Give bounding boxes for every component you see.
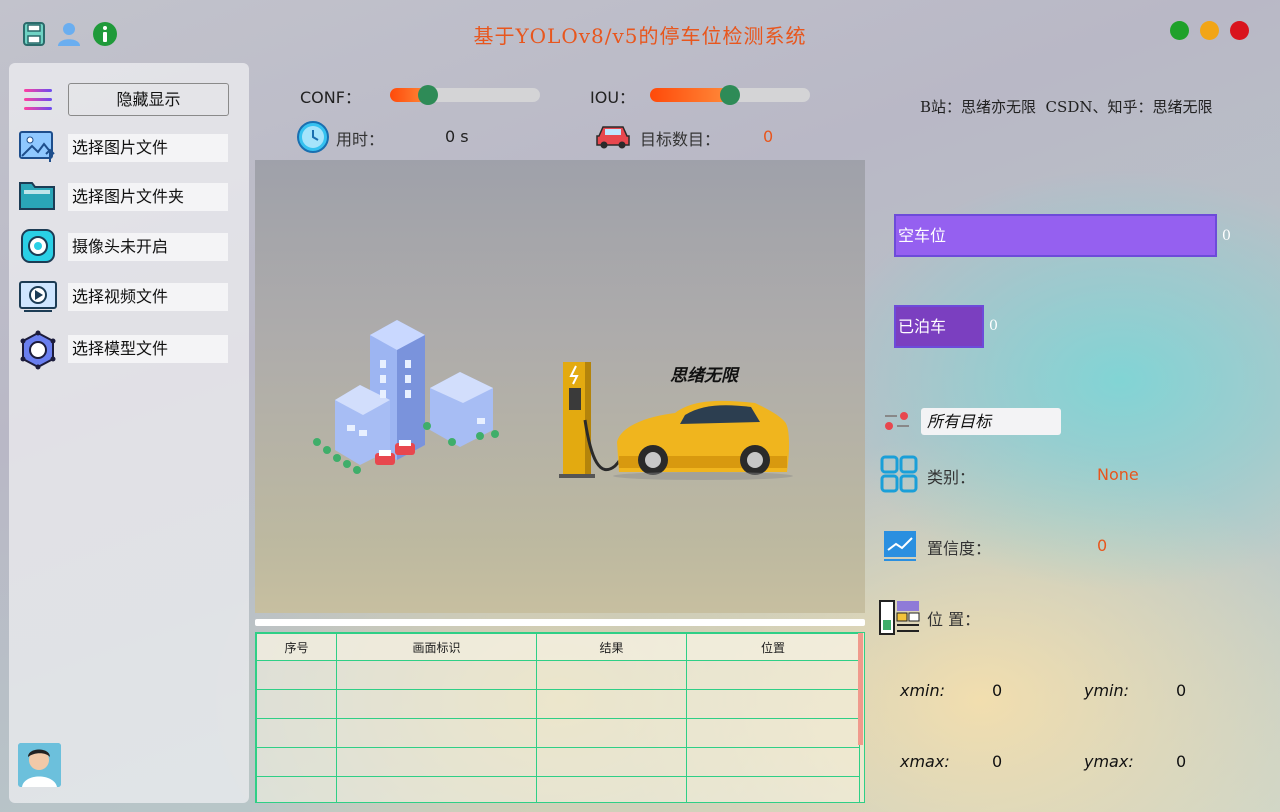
column-header-result[interactable]: 结果 [536, 633, 687, 661]
results-table[interactable]: 序号 画面标识 结果 位置 [255, 632, 865, 803]
table-row[interactable] [256, 776, 860, 802]
table-cell[interactable] [686, 747, 860, 777]
category-value: None [1097, 465, 1139, 484]
iou-slider-fill [650, 88, 730, 102]
iou-slider-handle[interactable] [720, 85, 740, 105]
app-title: 基于YOLOv8/v5的停车位检测系统 [473, 24, 807, 48]
ymax-label: ymax: [1084, 752, 1134, 771]
position-label: 位 置： [927, 610, 981, 629]
target-count-value: 0 [763, 127, 774, 146]
image-display: 思绪无限 [255, 160, 865, 613]
menu-icon[interactable] [22, 86, 54, 114]
table-cell[interactable] [256, 660, 337, 690]
column-header-position[interactable]: 位置 [686, 633, 860, 661]
table-cell[interactable] [536, 660, 687, 690]
city-buildings-icon [313, 320, 499, 474]
progress-bar [255, 619, 865, 626]
folder-icon[interactable] [18, 177, 58, 217]
empty-spaces-bar: 空车位 [894, 214, 1217, 257]
column-header-frame-id[interactable]: 画面标识 [336, 633, 537, 661]
ymax-value: 0 [1176, 752, 1187, 771]
table-row[interactable] [256, 718, 860, 748]
close-button[interactable] [1230, 21, 1249, 40]
table-cell[interactable] [536, 776, 687, 802]
table-cell[interactable] [536, 718, 687, 748]
xmin-value: 0 [992, 681, 1003, 700]
conf-label: CONF： [300, 88, 361, 107]
target-select[interactable]: 所有目标 [921, 408, 1061, 435]
parked-bar: 已泊车 [894, 305, 984, 348]
table-cell[interactable] [256, 776, 337, 802]
table-cell[interactable] [336, 689, 537, 719]
watermark-text: 思绪无限 [670, 366, 738, 386]
yellow-car-icon [613, 400, 793, 480]
model-icon[interactable] [18, 330, 58, 370]
table-header-row: 序号 画面标识 结果 位置 [256, 633, 860, 661]
placeholder-illustration [313, 320, 793, 480]
clock-icon [296, 120, 330, 154]
table-cell[interactable] [256, 718, 337, 748]
target-count-label: 目标数目： [640, 130, 721, 149]
confidence-label: 置信度： [927, 539, 992, 558]
table-row[interactable] [256, 747, 860, 777]
xmax-value: 0 [992, 752, 1003, 771]
camera-icon[interactable] [18, 227, 58, 267]
maximize-button[interactable] [1170, 21, 1189, 40]
avatar[interactable] [18, 743, 61, 787]
image-upload-icon[interactable] [18, 128, 58, 168]
table-cell[interactable] [686, 776, 860, 802]
conf-slider-handle[interactable] [418, 85, 438, 105]
iou-label: IOU： [590, 88, 636, 107]
position-icon [879, 600, 921, 636]
table-cell[interactable] [336, 660, 537, 690]
sidebar-item-select-model[interactable]: 选择模型文件 [68, 335, 228, 363]
column-header-index[interactable]: 序号 [256, 633, 337, 661]
category-label: 类别： [927, 468, 976, 487]
table-cell[interactable] [336, 776, 537, 802]
conf-slider[interactable] [390, 85, 540, 105]
toggle-display-button[interactable]: 隐藏显示 [68, 83, 229, 116]
empty-spaces-count: 0 [1222, 228, 1231, 244]
table-row[interactable] [256, 689, 860, 719]
xmin-label: xmin: [900, 681, 946, 700]
time-label: 用时： [336, 130, 385, 149]
table-cell[interactable] [536, 689, 687, 719]
category-icon [880, 455, 918, 493]
table-scrollbar[interactable] [858, 633, 863, 745]
minimize-button[interactable] [1200, 21, 1219, 40]
table-cell[interactable] [686, 689, 860, 719]
sidebar [9, 63, 249, 803]
sidebar-item-select-video[interactable]: 选择视频文件 [68, 283, 228, 311]
sidebar-item-select-image[interactable]: 选择图片文件 [68, 134, 228, 162]
table-cell[interactable] [336, 747, 537, 777]
sidebar-item-select-folder[interactable]: 选择图片文件夹 [68, 183, 228, 211]
sidebar-item-camera[interactable]: 摄像头未开启 [68, 233, 228, 261]
table-cell[interactable] [336, 718, 537, 748]
table-row[interactable] [256, 660, 860, 690]
car-icon [595, 122, 631, 150]
time-value: 0 s [445, 127, 469, 146]
confidence-value: 0 [1097, 536, 1108, 555]
table-cell[interactable] [536, 747, 687, 777]
table-cell[interactable] [256, 689, 337, 719]
ev-charger-icon [559, 362, 629, 478]
ymin-value: 0 [1176, 681, 1187, 700]
table-cell[interactable] [686, 660, 860, 690]
table-cell[interactable] [256, 747, 337, 777]
table-cell[interactable] [686, 718, 860, 748]
ymin-label: ymin: [1084, 681, 1130, 700]
confidence-icon [883, 530, 917, 562]
filter-icon [883, 410, 911, 432]
parked-count: 0 [989, 318, 998, 334]
iou-slider[interactable] [650, 85, 810, 105]
xmax-label: xmax: [900, 752, 950, 771]
credits-text: B站：思绪亦无限 CSDN、知乎：思绪无限 [920, 98, 1213, 116]
video-icon[interactable] [18, 278, 58, 318]
